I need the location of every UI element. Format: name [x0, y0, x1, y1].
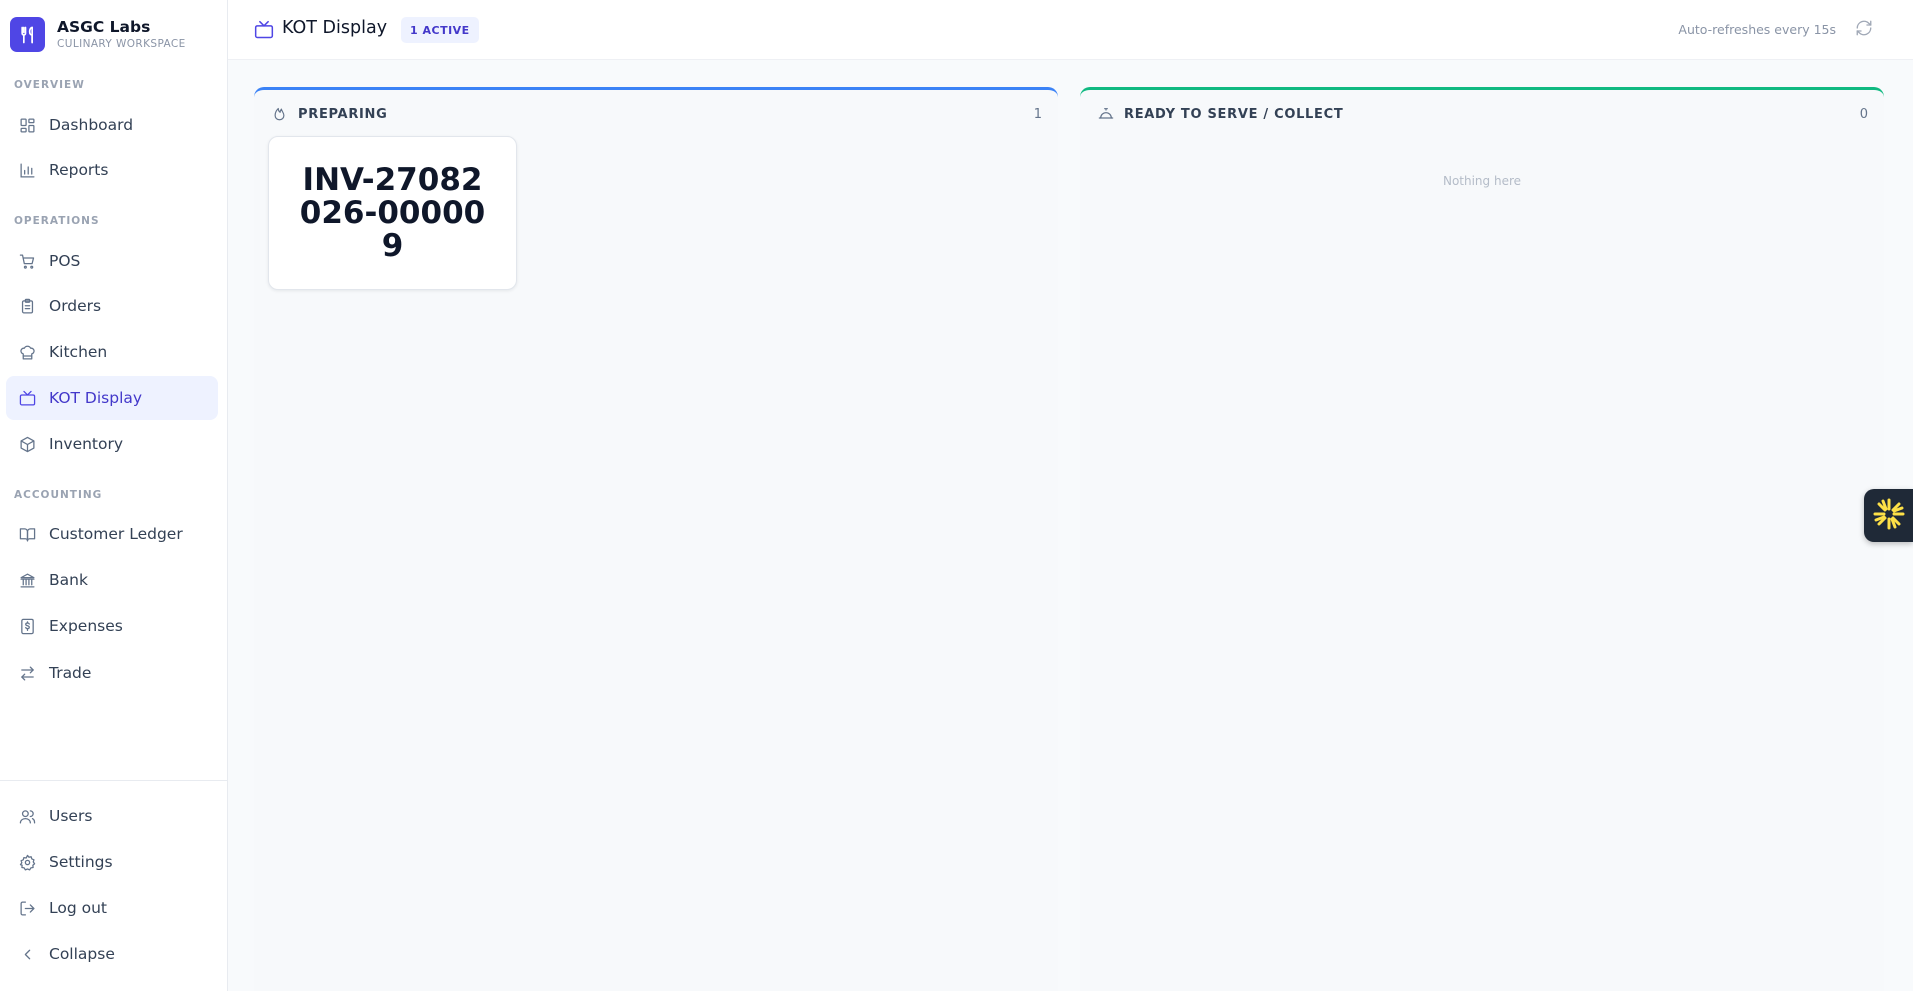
chef-hat-icon	[19, 344, 36, 361]
sidebar-item-label: Collapse	[49, 945, 115, 963]
tv-icon	[254, 20, 274, 40]
preparing-title: PREPARING	[298, 106, 388, 122]
ready-column: READY TO SERVE / COLLECT 0 Nothing here	[1080, 87, 1884, 991]
sidebar-item-kitchen[interactable]: Kitchen	[6, 330, 218, 374]
collapse-button[interactable]: Collapse	[6, 932, 218, 976]
refresh-icon[interactable]	[1855, 19, 1875, 39]
sidebar-item-label: Reports	[49, 161, 109, 179]
sidebar-item-label: Bank	[49, 571, 88, 589]
asterisk-burst-icon	[1871, 496, 1907, 536]
sidebar-item-label: Expenses	[49, 617, 123, 635]
sidebar-item-label: Customer Ledger	[49, 525, 183, 543]
brand-name: ASGC Labs	[57, 18, 151, 36]
auto-refresh-text: Auto-refreshes every 15s	[1678, 22, 1836, 37]
section-label-operations: OPERATIONS	[14, 215, 100, 227]
kot-card[interactable]: INV-27082026-000009	[268, 136, 517, 290]
sidebar-item-label: Dashboard	[49, 116, 134, 134]
sidebar-item-label: Orders	[49, 297, 102, 315]
bank-icon	[19, 572, 36, 589]
sidebar-item-label: KOT Display	[49, 389, 143, 407]
tv-icon	[19, 390, 36, 407]
sidebar-item-label: Kitchen	[49, 343, 108, 361]
kot-invoice-number: INV-27082026-000009	[299, 161, 486, 264]
page-header: KOT Display 1 ACTIVE Auto-refreshes ever…	[228, 0, 1913, 60]
preparing-column-header: PREPARING 1	[272, 104, 1042, 124]
sidebar-item-label: Settings	[49, 853, 113, 871]
ready-title: READY TO SERVE / COLLECT	[1124, 106, 1344, 122]
sidebar-item-bank[interactable]: Bank	[6, 558, 218, 602]
ready-count: 0	[1859, 106, 1868, 122]
preparing-column: PREPARING 1 INV-27082026-000009	[254, 87, 1058, 991]
brand[interactable]: ASGC Labs CULINARY WORKSPACE	[10, 17, 186, 52]
empty-state-text: Nothing here	[1442, 174, 1522, 188]
sidebar-item-label: Inventory	[49, 435, 124, 453]
users-icon	[19, 808, 36, 825]
sidebar-item-label: Log out	[49, 899, 107, 917]
log-out-icon	[19, 900, 36, 917]
ready-column-header: READY TO SERVE / COLLECT 0	[1098, 104, 1868, 124]
arrows-left-right-icon	[19, 665, 36, 682]
gear-icon	[19, 854, 36, 871]
page-title: KOT Display	[282, 18, 388, 38]
sidebar-item-orders[interactable]: Orders	[6, 284, 218, 328]
brand-subtitle: CULINARY WORKSPACE	[57, 38, 186, 50]
chevron-left-icon	[19, 946, 36, 963]
logout-button[interactable]: Log out	[6, 886, 218, 930]
dashboard-grid-icon	[19, 117, 36, 134]
utensils-icon	[10, 17, 45, 52]
sidebar-item-pos[interactable]: POS	[6, 239, 218, 283]
sidebar-item-label: Trade	[49, 664, 92, 682]
sidebar-item-users[interactable]: Users	[6, 794, 218, 838]
section-label-overview: OVERVIEW	[14, 79, 85, 91]
sidebar-divider	[0, 780, 228, 781]
clipboard-list-icon	[19, 298, 36, 315]
assistant-widget-button[interactable]	[1864, 489, 1913, 542]
sidebar-item-label: POS	[49, 252, 81, 270]
sidebar-item-trade[interactable]: Trade	[6, 651, 218, 695]
active-count-badge: 1 ACTIVE	[401, 17, 479, 43]
section-label-accounting: ACCOUNTING	[14, 489, 103, 501]
sidebar-item-label: Users	[49, 807, 93, 825]
sidebar-item-reports[interactable]: Reports	[6, 148, 218, 192]
sidebar-item-expenses[interactable]: Expenses	[6, 604, 218, 648]
receipt-dollar-icon	[19, 618, 36, 635]
bar-chart-icon	[19, 162, 36, 179]
sidebar-item-inventory[interactable]: Inventory	[6, 422, 218, 466]
sidebar-item-dashboard[interactable]: Dashboard	[6, 103, 218, 147]
flame-icon	[272, 106, 288, 122]
sidebar-item-settings[interactable]: Settings	[6, 840, 218, 884]
preparing-count: 1	[1033, 106, 1042, 122]
book-open-icon	[19, 526, 36, 543]
shopping-cart-icon	[19, 253, 36, 270]
cloche-icon	[1098, 106, 1114, 122]
sidebar: ASGC Labs CULINARY WORKSPACE OVERVIEW Da…	[0, 0, 228, 991]
package-icon	[19, 436, 36, 453]
sidebar-item-kot-display[interactable]: KOT Display	[6, 376, 218, 420]
sidebar-item-customer-ledger[interactable]: Customer Ledger	[6, 512, 218, 556]
